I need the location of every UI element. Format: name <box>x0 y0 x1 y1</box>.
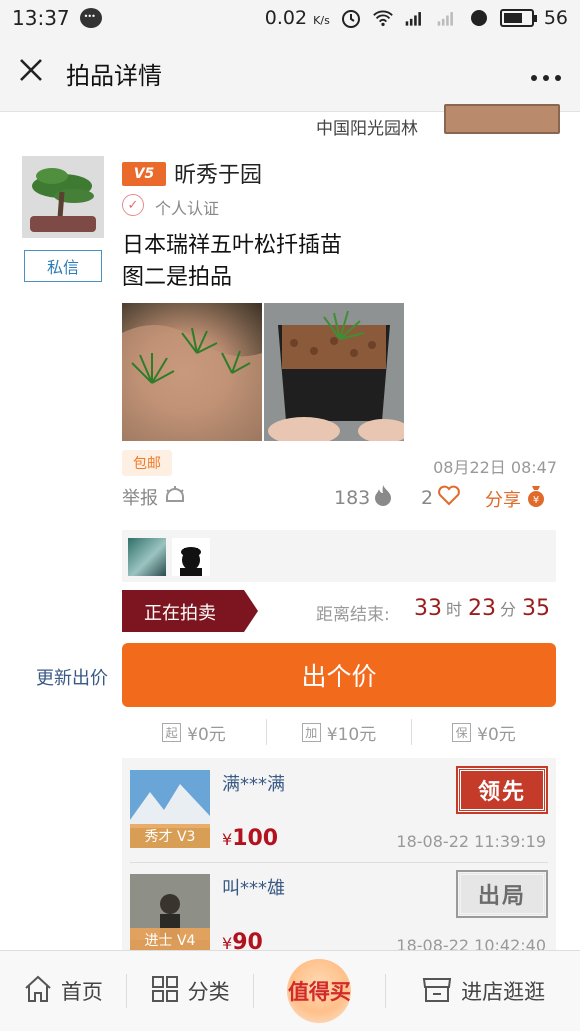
starting-price-value: ¥0元 <box>187 724 226 745</box>
minutes-unit: 分 <box>500 600 517 619</box>
bidder-level-badge: 秀才 V3 <box>130 824 210 848</box>
flame-icon <box>374 484 392 511</box>
like-button[interactable]: 2 <box>421 484 461 511</box>
grid-icon <box>150 974 180 1009</box>
increment-icon: 加 <box>301 722 321 742</box>
item-description: 日本瑞祥五叶松扦插苗 图二是拍品 <box>122 230 342 294</box>
seller-avatar[interactable] <box>22 156 104 238</box>
status-right: 0.02 K/s 56 <box>265 7 568 29</box>
svg-text:¥: ¥ <box>533 495 539 506</box>
tab-home[interactable]: 首页 <box>0 951 126 1031</box>
battery-icon <box>499 9 537 27</box>
countdown-minutes: 23 <box>468 596 497 621</box>
share-button[interactable]: 分享 ¥ <box>485 484 547 513</box>
bid-time: 18-08-22 11:39:19 <box>396 832 546 851</box>
hd-icon <box>468 8 490 28</box>
tab-visit-shop-label: 进店逛逛 <box>461 980 546 1004</box>
start-icon: 起 <box>162 722 182 742</box>
bidder-name[interactable]: 满***满 <box>222 770 285 796</box>
bidder-level-badge: 进士 V4 <box>130 928 210 952</box>
deposit-icon: 保 <box>452 722 472 742</box>
description-line-2: 图二是拍品 <box>122 265 233 290</box>
bid-increment-value: ¥10元 <box>326 724 377 745</box>
post-time: 08月22日 08:47 <box>433 458 557 477</box>
speed-value: 0.02 <box>264 7 308 29</box>
certified-check-icon: ✓ <box>122 194 144 216</box>
auction-status-label: 正在拍卖 <box>144 603 216 624</box>
nav-bar: 拍品详情 <box>0 36 580 112</box>
liker-avatar[interactable] <box>128 538 166 576</box>
bidder-name[interactable]: 叫***雄 <box>222 874 285 900</box>
alarm-icon <box>340 8 362 28</box>
seller-name[interactable]: 昕秀于园 <box>174 157 262 189</box>
tab-worth-buying[interactable]: 值得买 <box>254 951 386 1031</box>
outbid-stamp: 出局 <box>456 870 548 918</box>
certification-label: 个人认证 <box>155 199 220 218</box>
close-icon[interactable] <box>18 56 50 91</box>
auction-rules: 起 ¥0元 加 ¥10元 保 ¥0元 <box>122 718 556 746</box>
item-photo-1[interactable] <box>122 303 262 441</box>
page-title: 拍品详情 <box>66 62 162 90</box>
bid-row[interactable]: 进士 V4 叫***雄 ¥90 18-08-22 10:42:40 出局 <box>122 862 556 958</box>
signal-empty-icon <box>436 8 458 28</box>
bid-amount: ¥100 <box>222 826 278 851</box>
tab-visit-shop[interactable]: 进店逛逛 <box>386 951 580 1031</box>
bid-row[interactable]: 秀才 V3 满***满 ¥100 18-08-22 11:39:19 领先 <box>122 758 556 863</box>
liker-avatar[interactable] <box>172 538 210 576</box>
countdown-seconds: 35 <box>522 596 551 621</box>
bottom-tab-bar: 首页 分类 值得买 进店逛逛 <box>0 950 580 1031</box>
deposit: 保 ¥0元 <box>412 720 556 745</box>
tab-category-label: 分类 <box>187 980 230 1004</box>
report-label: 举报 <box>122 488 158 509</box>
previous-item-thumbnail[interactable] <box>444 104 560 134</box>
hours-unit: 时 <box>446 600 463 619</box>
report-icon <box>164 485 186 510</box>
starting-price: 起 ¥0元 <box>122 720 266 745</box>
place-bid-button[interactable]: 出个价 <box>122 643 556 707</box>
previous-item-strip: 中国阳光园林 <box>0 104 580 139</box>
tab-category[interactable]: 分类 <box>127 951 253 1031</box>
likers-strip <box>122 530 556 582</box>
share-label: 分享 <box>485 489 521 511</box>
wifi-icon <box>372 8 394 28</box>
seller-level-badge: V5 <box>122 162 166 186</box>
description-line-1: 日本瑞祥五叶松扦插苗 <box>122 233 343 258</box>
report-button[interactable]: 举报 <box>122 484 186 510</box>
item-photo-2[interactable] <box>264 303 404 441</box>
wechat-icon <box>79 8 102 28</box>
likes-value: 2 <box>421 486 434 509</box>
countdown-label: 距离结束: <box>316 605 390 625</box>
speed-unit: K/s <box>313 14 330 27</box>
status-time: 13:37 <box>12 6 70 30</box>
views-count: 183 <box>334 484 392 511</box>
heart-icon <box>437 484 461 511</box>
network-speed: 0.02 K/s <box>265 7 330 29</box>
private-message-button[interactable]: 私信 <box>24 250 102 282</box>
leading-stamp: 领先 <box>456 766 548 814</box>
tab-home-label: 首页 <box>60 980 103 1004</box>
home-icon <box>23 974 53 1009</box>
bid-list: 秀才 V3 满***满 ¥100 18-08-22 11:39:19 领先 进士… <box>122 758 556 958</box>
auction-status-ribbon: 正在拍卖 <box>122 590 258 632</box>
previous-shop-name: 中国阳光园林 <box>316 119 418 139</box>
views-value: 183 <box>334 486 371 509</box>
currency-symbol: ¥ <box>222 830 233 849</box>
shop-icon <box>421 974 453 1009</box>
bid-increment: 加 ¥10元 <box>267 720 411 745</box>
tab-worth-buying-label: 值得买 <box>287 959 352 1023</box>
free-shipping-tag: 包邮 <box>122 450 172 476</box>
deposit-value: ¥0元 <box>477 724 516 745</box>
update-bid-link[interactable]: 更新出价 <box>36 664 108 690</box>
countdown-timer: 33 时 23 分 35 <box>414 596 550 621</box>
battery-level: 56 <box>543 7 568 29</box>
bid-amount-value: 100 <box>232 826 279 851</box>
status-bar: 13:37 0.02 K/s 56 <box>0 0 580 36</box>
countdown-hours: 33 <box>414 596 442 621</box>
signal-4g-icon <box>404 8 426 28</box>
money-bag-icon: ¥ <box>525 484 547 513</box>
more-icon[interactable] <box>530 59 562 89</box>
